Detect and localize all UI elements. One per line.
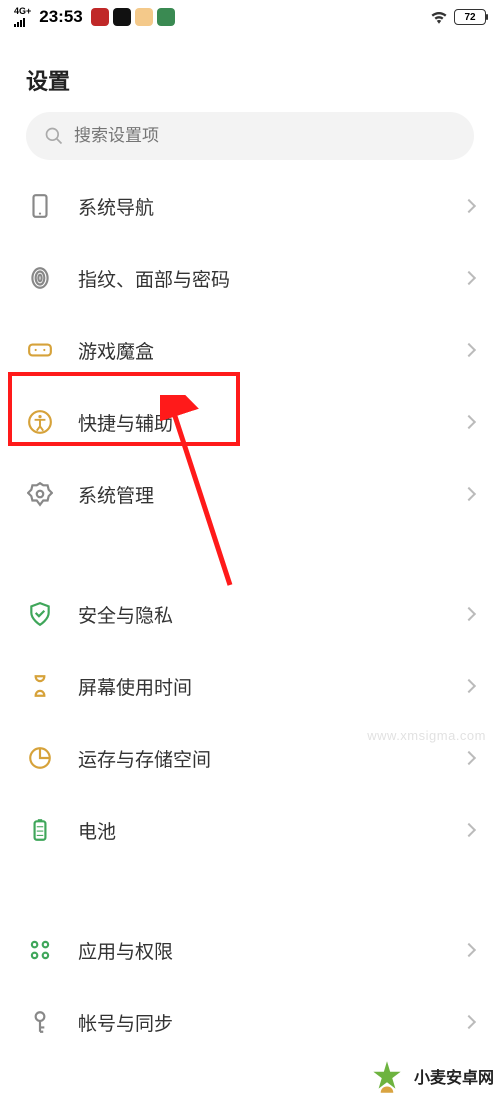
chevron-right-icon — [462, 607, 476, 621]
pie-icon — [26, 744, 54, 772]
settings-row-system-mgmt[interactable]: 系统管理 — [0, 458, 500, 530]
chevron-right-icon — [462, 487, 476, 501]
chevron-right-icon — [462, 751, 476, 765]
row-label: 快捷与辅助 — [78, 409, 464, 436]
settings-row-security[interactable]: 安全与隐私 — [0, 578, 500, 650]
page-title: 设置 — [0, 34, 500, 112]
gamepad-icon — [26, 336, 54, 364]
status-right: 72 — [430, 9, 486, 25]
shield-icon — [26, 600, 54, 628]
phone-icon — [26, 192, 54, 220]
settings-row-system-nav[interactable]: 系统导航 — [0, 170, 500, 242]
settings-row-battery[interactable]: 电池 — [0, 794, 500, 866]
row-label: 屏幕使用时间 — [78, 673, 464, 700]
row-label: 运存与存储空间 — [78, 745, 464, 772]
row-label: 电池 — [78, 817, 464, 844]
row-label: 帐号与同步 — [78, 1009, 464, 1036]
fingerprint-icon — [26, 264, 54, 292]
network-label: 4G+ — [14, 7, 31, 16]
chevron-right-icon — [462, 823, 476, 837]
chevron-right-icon — [462, 343, 476, 357]
search-input[interactable] — [74, 126, 456, 146]
status-left: 4G+ 23:53 — [14, 7, 175, 27]
settings-row-apps[interactable]: 应用与权限 — [0, 914, 500, 986]
gear-icon — [26, 480, 54, 508]
notification-app-icons — [91, 8, 175, 26]
chevron-right-icon — [462, 271, 476, 285]
accessibility-icon — [26, 408, 54, 436]
settings-row-fingerprint[interactable]: 指纹、面部与密码 — [0, 242, 500, 314]
brand-text: 小麦安卓网 — [414, 1064, 500, 1088]
row-label: 安全与隐私 — [78, 601, 464, 628]
search-icon — [44, 126, 64, 146]
chevron-right-icon — [462, 679, 476, 693]
row-label: 系统导航 — [78, 193, 464, 220]
chevron-right-icon — [462, 199, 476, 213]
notification-icon — [157, 8, 175, 26]
settings-row-accessibility[interactable]: 快捷与辅助 — [0, 386, 500, 458]
settings-list: 系统导航指纹、面部与密码游戏魔盒快捷与辅助系统管理安全与隐私屏幕使用时间运存与存… — [0, 170, 500, 1058]
wifi-icon — [430, 10, 448, 24]
notification-icon — [113, 8, 131, 26]
settings-row-game-box[interactable]: 游戏魔盒 — [0, 314, 500, 386]
notification-icon — [135, 8, 153, 26]
chevron-right-icon — [462, 1015, 476, 1029]
signal-bars-icon — [14, 17, 25, 27]
row-label: 应用与权限 — [78, 937, 464, 964]
battery-indicator: 72 — [454, 9, 486, 25]
row-label: 指纹、面部与密码 — [78, 265, 464, 292]
settings-row-screen-time[interactable]: 屏幕使用时间 — [0, 650, 500, 722]
status-bar: 4G+ 23:53 72 — [0, 0, 500, 34]
signal-indicator: 4G+ — [14, 7, 31, 27]
clock: 23:53 — [39, 7, 82, 27]
hourglass-icon — [26, 672, 54, 700]
battery-icon — [26, 816, 54, 844]
battery-level: 72 — [464, 12, 475, 23]
row-label: 游戏魔盒 — [78, 337, 464, 364]
key-icon — [26, 1008, 54, 1036]
grid-icon — [26, 936, 54, 964]
search-field[interactable] — [26, 112, 474, 160]
settings-row-account[interactable]: 帐号与同步 — [0, 986, 500, 1058]
chevron-right-icon — [462, 943, 476, 957]
chevron-right-icon — [462, 415, 476, 429]
brand-logo-icon — [366, 1055, 408, 1097]
footer-brand: 小麦安卓网 — [0, 1049, 500, 1103]
watermark-url: www.xmsigma.com — [367, 728, 486, 743]
notification-icon — [91, 8, 109, 26]
row-label: 系统管理 — [78, 481, 464, 508]
